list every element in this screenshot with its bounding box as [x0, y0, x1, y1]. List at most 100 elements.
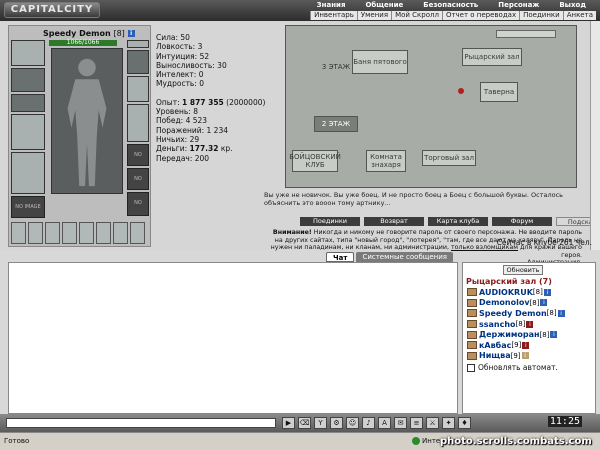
leggings-slot[interactable]: NO IMAGE [127, 192, 149, 226]
sound-icon[interactable]: ♪ [362, 417, 375, 429]
chat-input[interactable] [6, 418, 276, 428]
subnav-fights[interactable]: Поединки [519, 11, 563, 20]
stat-agility: Ловкость: 3 [156, 42, 203, 52]
player-row[interactable]: Нищва [9] i [467, 351, 565, 362]
offhand-slot[interactable]: NO IMAGE [127, 144, 149, 178]
nav-character[interactable]: Персонаж [488, 1, 549, 10]
player-row[interactable]: Держиморан [8] i [467, 329, 565, 340]
nav-exit[interactable]: Выход [549, 1, 596, 10]
nav-communication[interactable]: Общение [355, 1, 413, 10]
subnav-skills[interactable]: Умения [356, 11, 391, 20]
scroll-slot-3[interactable] [45, 222, 60, 244]
room-knight-hall[interactable]: Рыцарский зал [462, 48, 522, 66]
top-right-slot[interactable] [127, 40, 149, 48]
globe-icon [412, 437, 420, 445]
character-stats: Сила: 50 Ловкость: 3 Интуиция: 52 Выносл… [156, 33, 265, 163]
translit-icon[interactable]: A [378, 417, 391, 429]
clear-icon[interactable]: ⌫ [298, 417, 311, 429]
info-icon: i [550, 331, 558, 339]
player-marker-icon [458, 88, 464, 94]
auto-refresh-checkbox[interactable] [467, 363, 475, 372]
club-map-button[interactable]: Карта клуба [428, 217, 488, 226]
magic-icon[interactable]: ✦ [442, 417, 455, 429]
player-row[interactable]: ssancho [8] i [467, 319, 565, 330]
room-bath[interactable]: Баня пятового [352, 50, 408, 74]
character-level: [8] [113, 29, 125, 38]
stat-losses: Поражений: 1 234 [156, 125, 228, 135]
room-fight-club[interactable]: БОЙЦОВСКИЙ КЛУБ [289, 150, 341, 172]
amulet-slot[interactable] [11, 94, 45, 112]
character-figure [51, 48, 123, 194]
send-icon[interactable]: ▶ [282, 417, 295, 429]
subnav-inventory[interactable]: Инвентарь [310, 11, 357, 20]
site-logo[interactable]: CAPITALCITY [4, 2, 100, 18]
player-icon [467, 298, 477, 307]
stat-transfers: Передач: 200 [156, 153, 210, 163]
scroll-slot-6[interactable] [96, 222, 111, 244]
subnav-transfers[interactable]: Отчет о переводах [441, 11, 519, 20]
player-row[interactable]: кАвбас [9] i [467, 340, 565, 351]
subnav-my-scroll[interactable]: Мой Скролл [391, 11, 442, 20]
info-icon: i [540, 299, 548, 307]
stat-intuition: Интуиция: 52 [156, 51, 210, 61]
status-notice: Вы уже не новичок. Вы уже боец. И не про… [264, 191, 564, 207]
player-list: AUDIOKRUK [8] i Demonolov [8] i Speedy Demon… [467, 287, 565, 361]
subnav-profile[interactable]: Анкета [562, 11, 596, 20]
tab-chat[interactable]: Чат [326, 252, 355, 262]
weapon-slot[interactable] [11, 114, 45, 150]
character-name[interactable]: Speedy Demon [8] i [43, 29, 135, 38]
sub-nav: Инвентарь Умения Мой Скролл Отчет о пере… [310, 11, 596, 20]
player-icon [467, 351, 477, 360]
scroll-slot-1[interactable] [11, 222, 26, 244]
bag-icon[interactable]: ♦ [458, 417, 471, 429]
main-nav: Знания Общение Безопасность Персонаж Вых… [307, 1, 596, 10]
room-trade-hall[interactable]: Торговый зал [422, 150, 476, 166]
player-row[interactable]: AUDIOKRUK [8] i [467, 287, 565, 298]
info-icon: i [526, 320, 534, 328]
online-count: Сейчас в клубе 261 чел. [496, 238, 592, 247]
player-row[interactable]: Speedy Demon [8] i [467, 308, 565, 319]
scroll-slot-5[interactable] [79, 222, 94, 244]
nav-knowledge[interactable]: Знания [307, 1, 356, 10]
scrollbar[interactable] [590, 21, 600, 250]
scroll-slot-4[interactable] [62, 222, 77, 244]
private-icon[interactable]: ✉ [394, 417, 407, 429]
fight-icon[interactable]: ⚔ [426, 417, 439, 429]
filter-icon[interactable]: Y [314, 417, 327, 429]
settings-icon[interactable]: ⚙ [330, 417, 343, 429]
scroll-slot-2[interactable] [28, 222, 43, 244]
player-row[interactable]: Demonolov [8] i [467, 298, 565, 309]
boots-slot[interactable]: NO IMAGE [127, 168, 149, 202]
belt-slot[interactable]: NO IMAGE [11, 196, 45, 218]
armor-slot[interactable] [11, 152, 45, 194]
gloves-slot[interactable] [127, 76, 149, 102]
room-sidebar: Обновить Рыцарский зал (7) AUDIOKRUK [8] i… [462, 262, 596, 414]
watermark: photo.scrolls.combats.com [440, 436, 592, 447]
floor2-button[interactable]: 2 ЭТАЖ [314, 116, 358, 132]
tab-system-messages[interactable]: Системные сообщения [356, 252, 453, 262]
auto-refresh-option[interactable]: Обновлять автомат. [467, 363, 558, 372]
helmet-slot[interactable] [11, 40, 45, 66]
silhouette-icon [67, 58, 107, 187]
return-button[interactable]: Возврат [364, 217, 424, 226]
player-icon [467, 288, 477, 297]
axe-slot[interactable] [127, 104, 149, 142]
stat-endurance: Выносливость: 30 [156, 60, 227, 70]
forum-button[interactable]: Форум [492, 217, 552, 226]
room-healer[interactable]: Комната знахаря [366, 150, 406, 172]
info-icon[interactable]: i [127, 30, 135, 37]
chat-input-bar: ▶ ⌫ Y ⚙ ☺ ♪ A ✉ ≡ ⚔ ✦ ♦ 11:25 [0, 414, 600, 432]
earring-slot[interactable] [11, 68, 45, 92]
map-title-bar [496, 30, 556, 38]
nav-security[interactable]: Безопасность [413, 1, 488, 10]
chat-log[interactable] [8, 262, 458, 414]
ring-slot[interactable] [127, 50, 149, 74]
list-icon[interactable]: ≡ [410, 417, 423, 429]
scroll-slot-7[interactable] [113, 222, 128, 244]
scroll-slot-8[interactable] [130, 222, 145, 244]
room-tavern[interactable]: Таверна [480, 82, 518, 102]
chat-tools: ▶ ⌫ Y ⚙ ☺ ♪ A ✉ ≡ ⚔ ✦ ♦ [282, 417, 471, 429]
refresh-button[interactable]: Обновить [503, 265, 543, 275]
smiley-icon[interactable]: ☺ [346, 417, 359, 429]
fights-button[interactable]: Поединки [300, 217, 360, 226]
